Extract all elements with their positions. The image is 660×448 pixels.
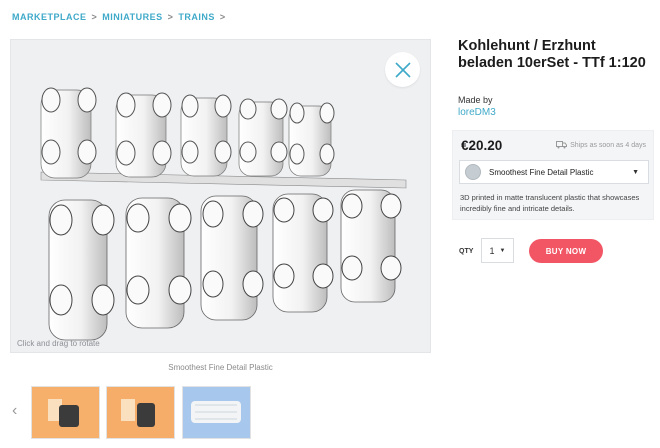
truck-icon — [556, 141, 568, 149]
material-description: 3D printed in matte translucent plastic … — [460, 193, 640, 213]
author-link[interactable]: loreDM3 — [458, 107, 496, 118]
breadcrumb-marketplace[interactable]: MARKETPLACE — [12, 12, 87, 22]
close-icon — [394, 61, 411, 78]
shipping-info: Ships as soon as 4 days — [556, 141, 646, 149]
chevron-right-icon: > — [219, 12, 226, 22]
thumbnail-strip: ‹ — [0, 384, 431, 440]
caret-down-icon: ▼ — [632, 168, 639, 176]
caret-down-icon: ▼ — [499, 247, 506, 254]
product-title: Kohlehunt / Erzhunt beladen 10erSet - TT… — [458, 38, 646, 71]
made-by-label: Made by — [458, 95, 493, 105]
purchase-box: €20.20 Ships as soon as 4 days Smoothest… — [452, 130, 654, 220]
thumbnail-1[interactable] — [31, 386, 100, 439]
chevron-left-icon[interactable]: ‹ — [12, 402, 17, 420]
price: €20.20 — [461, 138, 503, 153]
quantity-select[interactable]: 1 ▼ — [481, 238, 514, 263]
breadcrumb-miniatures[interactable]: MINIATURES — [102, 12, 162, 22]
qty-value: 1 — [489, 245, 495, 256]
material-caption: Smoothest Fine Detail Plastic — [168, 363, 273, 372]
material-name: Smoothest Fine Detail Plastic — [489, 167, 594, 177]
shipping-text: Ships as soon as 4 days — [570, 141, 646, 149]
material-swatch — [465, 164, 481, 180]
thumbnail-2[interactable] — [106, 386, 175, 439]
breadcrumb: MARKETPLACE > MINIATURES > TRAINS > — [12, 12, 231, 22]
model-viewer[interactable]: Click and drag to rotate — [10, 39, 431, 353]
model-render — [11, 40, 430, 352]
chevron-right-icon: > — [167, 12, 174, 22]
breadcrumb-trains[interactable]: TRAINS — [178, 12, 215, 22]
rotate-hint: Click and drag to rotate — [17, 339, 100, 348]
qty-label: QTY — [459, 248, 474, 255]
thumbnail-3[interactable] — [182, 386, 251, 439]
buy-now-button[interactable]: BUY NOW — [529, 239, 603, 263]
chevron-right-icon: > — [91, 12, 98, 22]
material-select[interactable]: Smoothest Fine Detail Plastic ▼ — [459, 160, 649, 184]
close-viewer-button[interactable] — [385, 52, 420, 87]
